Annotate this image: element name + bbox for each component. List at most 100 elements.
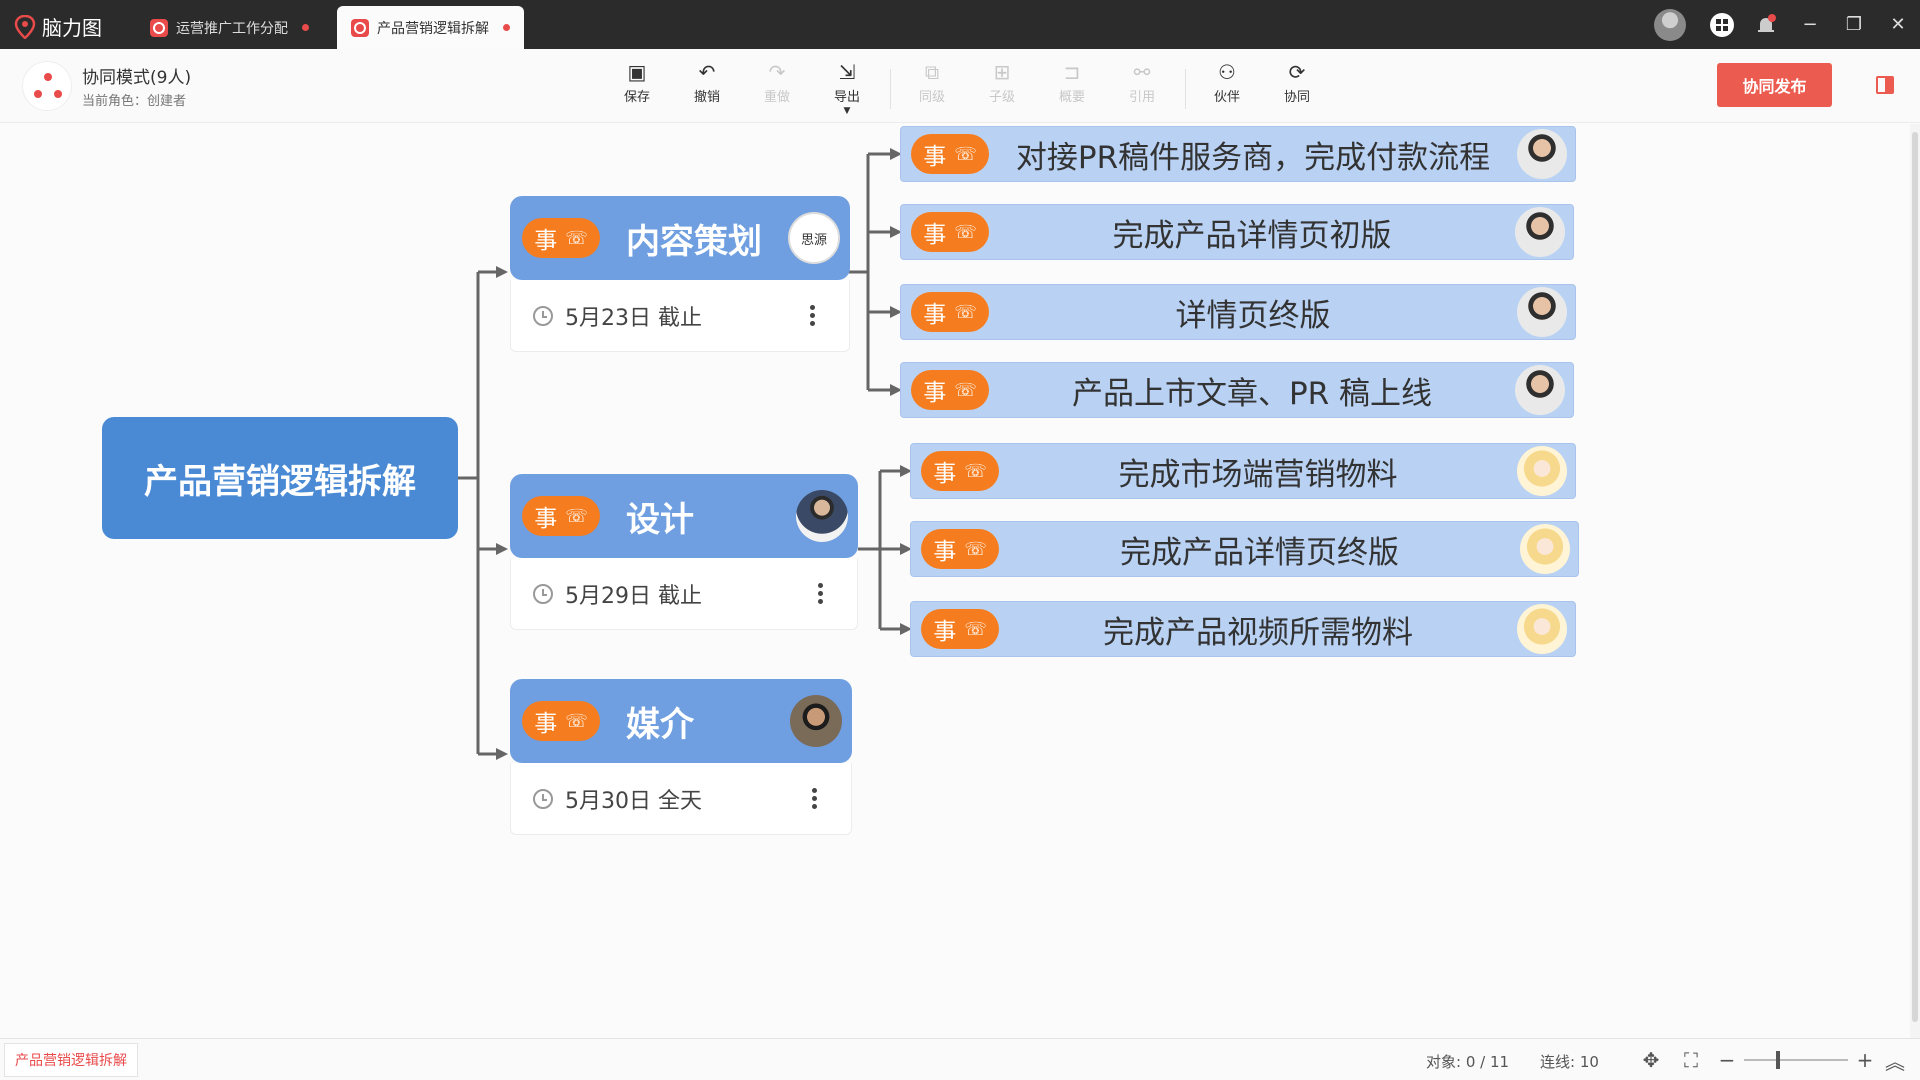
branch-info-card: 5月30日 全天: [510, 763, 852, 835]
child-node-icon: ⊞: [993, 60, 1011, 84]
tab-marketing[interactable]: 产品营销逻辑拆解: [337, 6, 524, 49]
zoom-slider-thumb[interactable]: [1776, 1051, 1780, 1069]
task-tag[interactable]: 事 ☏: [921, 529, 999, 569]
task-node[interactable]: 事 ☏ 详情页终版: [900, 284, 1576, 340]
task-tag[interactable]: 事 ☏: [911, 292, 989, 332]
branch-node-design[interactable]: 事 ☏ 设计: [510, 474, 858, 558]
branch-info-card: 5月23日 截止: [510, 280, 850, 352]
phone-icon: ☏: [565, 505, 588, 527]
task-label: 产品上市文章、PR 稿上线: [1071, 375, 1433, 412]
task-tag[interactable]: 事 ☏: [522, 496, 600, 536]
branch-node-media[interactable]: 事 ☏ 媒介: [510, 679, 852, 763]
task-label: 详情页终版: [1175, 297, 1331, 334]
zoom-out-icon[interactable]: −: [1714, 1048, 1740, 1072]
assignee-avatar[interactable]: 思源: [788, 212, 840, 264]
status-bar: 产品营销逻辑拆解 对象: 0 / 11 连线: 10 ✥ ⛶ − + ︽: [0, 1038, 1920, 1080]
task-tag[interactable]: 事 ☏: [911, 134, 989, 174]
minimize-button[interactable]: −: [1788, 0, 1832, 49]
task-tag[interactable]: 事 ☏: [522, 701, 600, 741]
toolbar: 协同模式(9人) 当前角色：创建者 ▣ 保存 ↶ 撤销 ↷ 重做 ⇲ 导出 ▼ …: [0, 49, 1920, 123]
due-date: 5月29日 截止: [565, 583, 702, 609]
undo-icon: ↶: [698, 60, 716, 84]
task-node[interactable]: 事 ☏ 产品上市文章、PR 稿上线: [900, 362, 1574, 418]
phone-icon: ☏: [954, 379, 977, 401]
task-node[interactable]: 事 ☏ 完成产品详情页初版: [900, 204, 1574, 260]
branch-info-card: 5月29日 截止: [510, 558, 858, 630]
brain-pin-icon: [14, 14, 36, 39]
export-icon: ⇲: [838, 60, 856, 84]
task-tag[interactable]: 事 ☏: [522, 218, 600, 258]
apps-grid-icon[interactable]: [1700, 0, 1744, 49]
save-button[interactable]: ▣ 保存: [610, 61, 664, 105]
more-options-icon[interactable]: [797, 305, 827, 326]
zoom-in-icon[interactable]: +: [1852, 1048, 1878, 1072]
scrollbar-thumb[interactable]: [1912, 132, 1918, 1022]
summary-button[interactable]: ⊐ 概要: [1045, 61, 1099, 105]
object-count: 对象: 0 / 11: [1426, 1053, 1510, 1071]
unsaved-dot: [302, 24, 309, 31]
notification-bell-icon[interactable]: [1744, 0, 1788, 49]
mindmap-canvas[interactable]: 产品营销逻辑拆解 事 ☏ 内容策划 思源 5月23日 截止 事 ☏ 设计 5月29日…: [0, 124, 1910, 1038]
move-canvas-icon[interactable]: ✥: [1638, 1048, 1664, 1072]
reference-button[interactable]: ⚯ 引用: [1115, 61, 1169, 105]
task-node[interactable]: 事 ☏ 对接PR稿件服务商，完成付款流程: [900, 126, 1576, 182]
task-tag[interactable]: 事 ☏: [911, 370, 989, 410]
phone-icon: ☏: [565, 227, 588, 249]
task-node[interactable]: 事 ☏ 完成产品视频所需物料: [910, 601, 1576, 657]
mindmap-file-icon: [351, 18, 369, 37]
window-controls: − ❐ ✕: [1654, 0, 1920, 49]
phone-icon: ☏: [954, 143, 977, 165]
assignee-avatar[interactable]: [1515, 207, 1565, 257]
task-label: 完成产品详情页初版: [1112, 217, 1392, 254]
collab-logo-icon: [22, 61, 72, 111]
toolbar-divider: [890, 69, 891, 109]
task-tag[interactable]: 事 ☏: [921, 451, 999, 491]
assignee-avatar[interactable]: [790, 695, 842, 747]
vertical-scrollbar[interactable]: [1910, 124, 1920, 1038]
collapse-up-icon[interactable]: ︽: [1882, 1048, 1908, 1074]
phone-icon: ☏: [964, 460, 987, 482]
restore-button[interactable]: ❐: [1832, 0, 1876, 49]
user-avatar[interactable]: [1654, 8, 1686, 41]
sibling-button[interactable]: ⧉ 同级: [905, 61, 959, 105]
more-options-icon[interactable]: [805, 583, 835, 604]
zoom-slider-track[interactable]: [1744, 1059, 1848, 1061]
task-tag[interactable]: 事 ☏: [911, 212, 989, 252]
tab-operations[interactable]: 运营推广工作分配: [136, 6, 323, 49]
more-options-icon[interactable]: [799, 788, 829, 809]
unsaved-dot: [503, 24, 510, 31]
task-tag[interactable]: 事 ☏: [921, 609, 999, 649]
root-node[interactable]: 产品营销逻辑拆解: [102, 417, 458, 539]
redo-button[interactable]: ↷ 重做: [750, 61, 804, 105]
undo-button[interactable]: ↶ 撤销: [680, 61, 734, 105]
export-button[interactable]: ⇲ 导出 ▼: [820, 60, 874, 116]
assignee-avatar[interactable]: [1515, 365, 1565, 415]
branch-node-content[interactable]: 事 ☏ 内容策划 思源: [510, 196, 850, 280]
assignee-avatar[interactable]: [1517, 446, 1567, 496]
link-icon: ⚯: [1133, 60, 1151, 84]
task-node[interactable]: 事 ☏ 完成市场端营销物料: [910, 443, 1576, 499]
collab-info[interactable]: 协同模式(9人) 当前角色：创建者: [22, 61, 191, 111]
branch-label: 媒介: [626, 704, 694, 745]
fit-screen-icon[interactable]: ⛶: [1678, 1048, 1704, 1072]
side-panel-toggle-icon[interactable]: [1876, 76, 1894, 94]
sheet-tab[interactable]: 产品营销逻辑拆解: [4, 1043, 138, 1077]
close-button[interactable]: ✕: [1876, 0, 1920, 49]
due-date: 5月23日 截止: [565, 305, 702, 331]
collab-button[interactable]: ⟳ 协同: [1270, 61, 1324, 105]
assignee-avatar[interactable]: [796, 490, 848, 542]
partner-button[interactable]: ⚇ 伙伴: [1200, 61, 1254, 105]
clock-icon: [533, 788, 553, 809]
assignee-avatar[interactable]: [1517, 604, 1567, 654]
branch-label: 设计: [626, 499, 694, 540]
phone-icon: ☏: [565, 710, 588, 732]
mindmap-file-icon: [150, 18, 168, 37]
publish-button[interactable]: 协同发布: [1717, 63, 1832, 107]
assignee-avatar[interactable]: [1517, 129, 1567, 179]
assignee-avatar[interactable]: [1517, 287, 1567, 337]
collab-role: 当前角色：创建者: [82, 94, 187, 109]
child-button[interactable]: ⊞ 子级: [975, 61, 1029, 105]
assignee-avatar[interactable]: [1520, 524, 1570, 574]
app-logo: 脑力图: [14, 12, 102, 41]
task-node[interactable]: 事 ☏ 完成产品详情页终版: [910, 521, 1579, 577]
